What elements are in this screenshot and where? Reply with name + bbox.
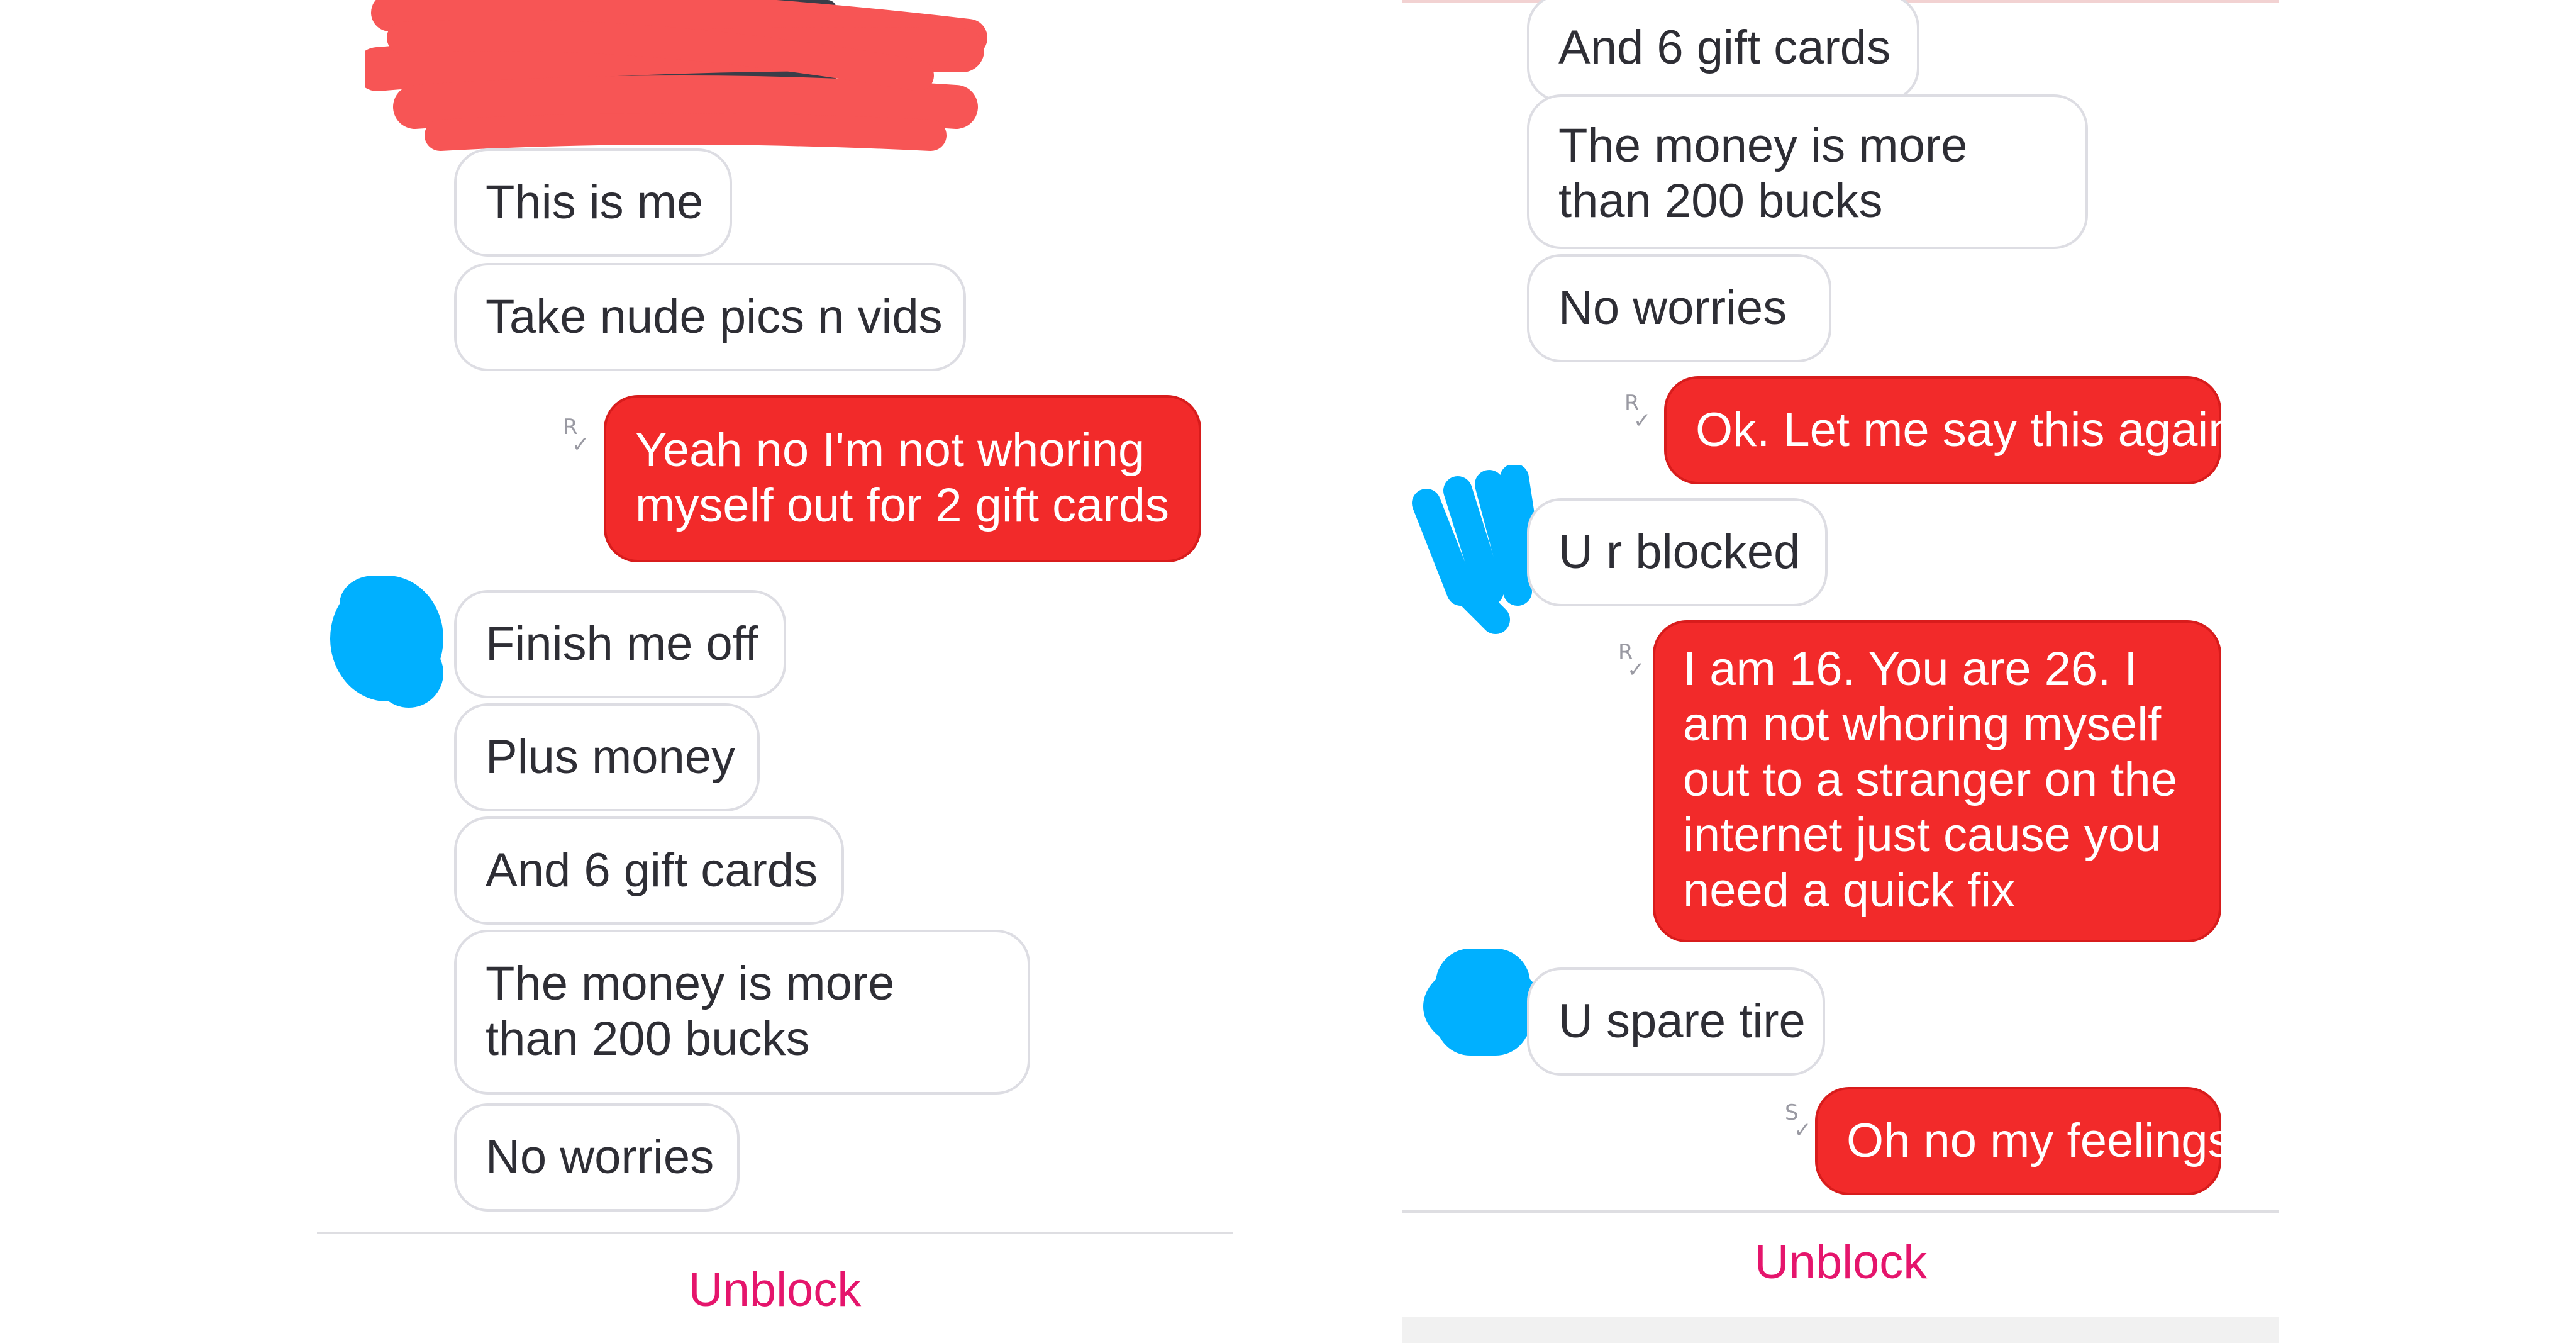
message-in: No worries xyxy=(1527,254,1831,362)
message-in: Finish me off xyxy=(454,590,786,698)
read-receipt-icon: R ✓ xyxy=(563,415,590,457)
message-in: Take nude pics n vids xyxy=(454,263,966,371)
message-in: This is me xyxy=(454,148,732,257)
left-screenshot: This is me Take nude pics n vids R ✓ Yeah… xyxy=(0,0,1288,1343)
message-in: U r blocked xyxy=(1527,498,1828,606)
redacted-photo xyxy=(365,0,987,151)
message-out: I am 16. You are 26. I am not whoring my… xyxy=(1653,620,2221,942)
message-out: Oh no my feelings xyxy=(1815,1087,2232,1195)
sent-receipt-icon: S ✓ xyxy=(1785,1100,1812,1143)
message-out: Ok. Let me say this again. xyxy=(1664,376,2248,484)
message-in: The money is more than 200 bucks xyxy=(1527,94,2088,249)
bottom-bar xyxy=(1402,1317,2279,1343)
message-out: Yeah no I'm not whoring myself out for 2… xyxy=(604,395,1201,562)
message-in: No worries xyxy=(454,1103,740,1212)
unblock-button[interactable]: Unblock xyxy=(317,1262,1233,1318)
unblock-button[interactable]: Unblock xyxy=(1402,1234,2279,1291)
message-in: Plus money xyxy=(454,703,760,811)
read-receipt-icon: R ✓ xyxy=(1618,640,1645,683)
read-receipt-icon: R ✓ xyxy=(1624,391,1652,433)
message-in: And 6 gift cards xyxy=(454,816,844,925)
message-in: U spare tire xyxy=(1527,967,1825,1076)
message-in: And 6 gift cards xyxy=(1527,0,1919,102)
right-screenshot: And 6 gift cards The money is more than … xyxy=(1288,0,2576,1343)
avatar-scribble xyxy=(330,576,443,708)
footer-divider xyxy=(1402,1210,2279,1213)
message-in: The money is more than 200 bucks xyxy=(454,930,1030,1095)
footer-divider xyxy=(317,1232,1233,1234)
